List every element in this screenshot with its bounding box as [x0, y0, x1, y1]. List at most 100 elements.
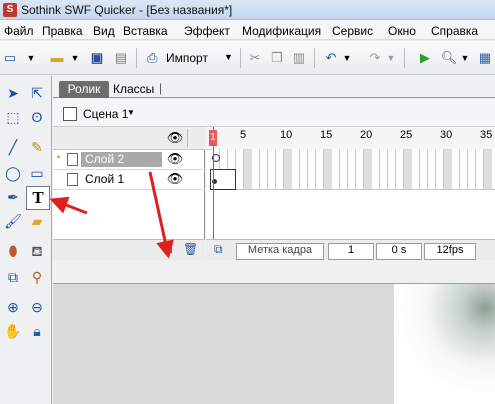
ruler-number: 20 [360, 129, 373, 141]
layer-visible-eye-icon[interactable]: 👁︎ [165, 151, 185, 167]
active-layer-marker-icon: • [57, 152, 61, 162]
paste-icon[interactable]: ▥ [290, 49, 308, 67]
add-layer-icon[interactable]: ⊞ [163, 242, 173, 256]
ink-bottle-icon[interactable]: ⬮ [2, 240, 24, 262]
lock-icon[interactable]: 🔒︎ [26, 320, 48, 342]
main-toolbar: ▭ ▼ ▬ ▼ ▣ ▤ ⎙ Импорт ▼ ✂ ❐ ▥ ↶ ▼ ↷ ▼ ▶ 🔍… [0, 41, 495, 75]
new-file-icon[interactable]: ▭ [2, 49, 18, 67]
export-icon[interactable]: ▦ [476, 49, 494, 67]
save-icon[interactable]: ▣ [88, 49, 106, 67]
layers-header: 👁︎ [53, 127, 205, 150]
preview-dropdown-icon[interactable]: ▼ [460, 49, 470, 67]
undo-icon[interactable]: ↶ [322, 49, 340, 67]
window-title: Sothink SWF Quicker - [Без названия*] [21, 3, 233, 17]
ruler-number: 35 [480, 129, 493, 141]
open-folder-icon[interactable]: ▬ [48, 49, 66, 67]
select-arrow-icon[interactable]: ➤ [2, 82, 24, 104]
rectangle-icon[interactable]: ▭ [26, 162, 48, 184]
layer-name[interactable]: Слой 2 [81, 152, 162, 167]
frame-label-field[interactable]: Метка кадра [236, 243, 324, 260]
paint-bucket-icon[interactable]: ⛾ [26, 240, 48, 262]
pencil-icon[interactable]: ✎ [26, 136, 48, 158]
menu-view[interactable]: Вид [93, 24, 115, 38]
center-frame-icon[interactable]: ⧉ [214, 242, 223, 257]
tab-divider: | [159, 81, 163, 95]
scene-selector[interactable]: Сцена 1 [83, 107, 128, 121]
stage-canvas[interactable] [394, 283, 495, 404]
frame-row-layer-1[interactable] [210, 169, 495, 190]
tab-movie[interactable]: Ролик [59, 81, 109, 98]
tab-classes[interactable]: Классы [113, 81, 154, 98]
toolbar-separator [240, 48, 241, 68]
menu-tools[interactable]: Сервис [332, 24, 373, 38]
delete-layer-icon[interactable]: 🗑︎ [183, 242, 198, 256]
text-tool-icon[interactable]: T [26, 186, 50, 210]
current-frame-field: 1 [328, 243, 374, 260]
layer-row[interactable]: Слой 1 👁︎ [53, 169, 205, 190]
ellipse-icon[interactable]: ◯ [2, 162, 24, 184]
toolbar-separator [404, 48, 405, 68]
zoom-in-icon[interactable]: ⊕ [2, 296, 24, 318]
redo-dropdown-icon[interactable]: ▼ [386, 49, 396, 67]
stage-pasteboard[interactable] [53, 283, 394, 404]
open-dropdown-icon[interactable]: ▼ [70, 49, 80, 67]
menu-help[interactable]: Справка [431, 24, 478, 38]
scene-bar: Сцена 1 ▼ [53, 99, 495, 127]
menu-edit[interactable]: Правка [42, 24, 83, 38]
frames-panel: 5 10 15 20 25 30 35 1 ⧉ Метка кадра 1 0 … [206, 127, 495, 260]
cut-icon[interactable]: ✂ [246, 49, 264, 67]
import-dropdown-icon[interactable]: ▼ [224, 52, 233, 62]
eraser-icon[interactable]: ▰ [26, 210, 48, 232]
menu-file[interactable]: Файл [4, 24, 34, 38]
frame-row-layer-2[interactable] [212, 149, 495, 170]
layer-page-icon [67, 153, 78, 166]
elapsed-time-field: 0 s [376, 243, 422, 260]
ruler-number: 15 [320, 129, 333, 141]
show-all-eye-icon[interactable]: 👁︎ [165, 130, 185, 146]
layer-page-icon [67, 173, 78, 186]
scene-icon [63, 107, 77, 121]
undo-dropdown-icon[interactable]: ▼ [342, 49, 352, 67]
import-button[interactable]: ⎙ Импорт ▼ [143, 47, 237, 71]
ruler-number: 30 [440, 129, 453, 141]
toolbar-separator [136, 48, 137, 68]
ruler-number: 25 [400, 129, 413, 141]
ruler-number: 10 [280, 129, 293, 141]
timeline-status-bar: ⧉ Метка кадра 1 0 s 12fps [206, 239, 495, 260]
layers-footer: ⊞ 🗑︎ [53, 239, 205, 260]
tools-panel: ➤ ⇱ ⬚ ʘ ╱ ✎ ◯ ▭ ✒ T 🖌︎ ▰ ⬮ ⛾ ⧉ ⚲ ⊕ ⊖ ✋ 🔒… [0, 76, 52, 404]
eyedropper-icon[interactable]: ⚲ [26, 266, 48, 288]
subselect-icon[interactable]: ⇱ [26, 82, 48, 104]
lasso-icon[interactable]: ʘ [26, 106, 48, 128]
layer-row[interactable]: • Слой 2 👁︎ [53, 149, 205, 170]
pen-icon[interactable]: ✒ [2, 186, 24, 208]
playhead-handle[interactable]: 1 [209, 130, 217, 146]
transform-icon[interactable]: ⬚ [2, 106, 24, 128]
scene-dropdown-icon[interactable]: ▼ [127, 108, 135, 117]
menu-insert[interactable]: Вставка [123, 24, 168, 38]
menu-bar: Файл Правка Вид Вставка Эффект Модификац… [0, 20, 495, 40]
menu-window[interactable]: Окно [388, 24, 416, 38]
timeline-tabs: Ролик Классы | [53, 76, 495, 98]
import-label: Импорт [166, 51, 208, 65]
fps-field[interactable]: 12fps [424, 243, 476, 260]
play-icon[interactable]: ▶ [416, 49, 434, 67]
menu-effect[interactable]: Эффект [184, 24, 230, 38]
line-tool-icon[interactable]: ╱ [2, 136, 24, 158]
redo-icon[interactable]: ↷ [366, 49, 384, 67]
copy-icon[interactable]: ❐ [268, 49, 286, 67]
header-divider [187, 129, 188, 147]
preview-icon[interactable]: 🔍︎ [440, 49, 458, 67]
hand-icon[interactable]: ✋ [2, 320, 24, 342]
import-icon: ⎙ [147, 50, 158, 65]
zoom-out-icon[interactable]: ⊖ [26, 296, 48, 318]
brush-icon[interactable]: 🖌︎ [2, 210, 24, 232]
publish-icon[interactable]: ▤ [112, 49, 130, 67]
layer-visible-eye-icon[interactable]: 👁︎ [165, 171, 185, 187]
new-dropdown-icon[interactable]: ▼ [26, 49, 36, 67]
app-logo-icon: S [3, 3, 17, 17]
layer-name[interactable]: Слой 1 [81, 172, 128, 187]
frame-ruler[interactable]: 5 10 15 20 25 30 35 [206, 127, 495, 150]
menu-modify[interactable]: Модификация [242, 24, 321, 38]
fill-transform-icon[interactable]: ⧉ [2, 266, 24, 288]
